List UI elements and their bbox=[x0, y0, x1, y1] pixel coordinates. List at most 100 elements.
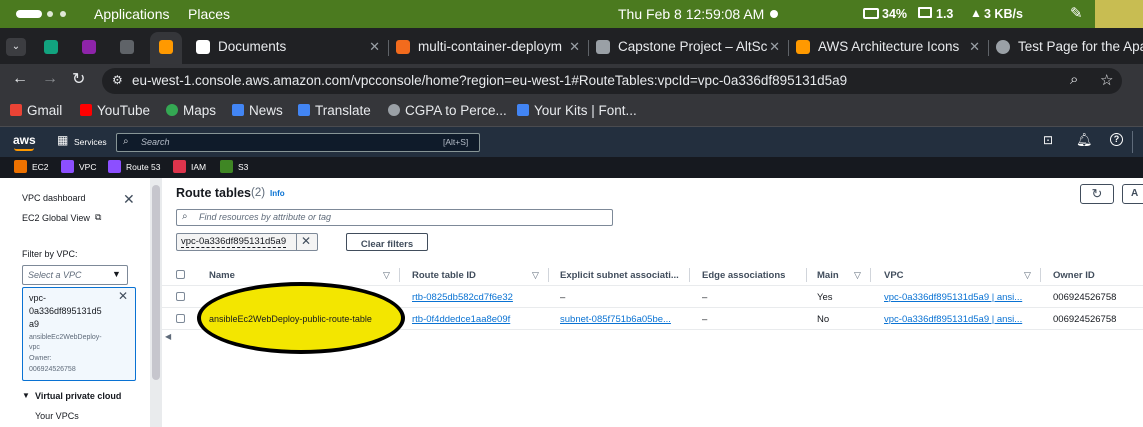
selected-vpc-name: vpc bbox=[29, 344, 40, 351]
search-placeholder: Find resources by attribute or tag bbox=[199, 212, 332, 222]
favorite-iam[interactable]: IAM bbox=[173, 160, 206, 173]
aws-search-field[interactable]: ⌕ Search [Alt+S] bbox=[116, 133, 480, 152]
scroll-left-icon[interactable]: ◀ bbox=[165, 332, 171, 341]
address-bar[interactable]: ⚙ eu-west-1.console.aws.amazon.com/vpcco… bbox=[102, 68, 1122, 94]
power-panel[interactable] bbox=[1095, 0, 1143, 28]
vpc-link[interactable]: vpc-0a336df895131d5a9 | ansi... bbox=[884, 314, 1022, 325]
remove-vpc-icon[interactable]: ✕ bbox=[118, 289, 128, 303]
vpc-icon bbox=[61, 160, 74, 173]
sidebar-scroll-thumb[interactable] bbox=[152, 185, 160, 380]
sort-icon[interactable]: ▽ bbox=[532, 270, 539, 281]
sidebar-item-ec2-global-view[interactable]: EC2 Global View bbox=[22, 213, 90, 223]
url-text[interactable]: eu-west-1.console.aws.amazon.com/vpccons… bbox=[132, 73, 847, 88]
bookmarks-bar: Gmail YouTube Maps News Translate CGPA t… bbox=[0, 97, 1143, 127]
favorite-label: Route 53 bbox=[126, 162, 161, 172]
reload-icon[interactable]: ↻ bbox=[72, 69, 85, 89]
section-virtual-private-cloud[interactable]: Virtual private cloud bbox=[35, 391, 121, 401]
tab-capstone[interactable]: Capstone Project – AltSc ✕ bbox=[590, 34, 786, 62]
tab-mail[interactable] bbox=[76, 34, 106, 62]
tab-page[interactable] bbox=[114, 34, 144, 62]
tab-test-page[interactable]: Test Page for the Apac bbox=[990, 34, 1143, 62]
close-icon[interactable]: ✕ bbox=[969, 39, 980, 55]
column-header-main[interactable]: Main bbox=[817, 270, 839, 281]
info-link[interactable]: Info bbox=[270, 189, 285, 198]
tab-aws-console-active[interactable] bbox=[150, 32, 182, 64]
pen-icon[interactable]: ✎ bbox=[1070, 4, 1083, 22]
close-icon[interactable]: ✕ bbox=[569, 39, 580, 55]
route-table-id-link[interactable]: rtb-0f4ddedce1aa8e09f bbox=[412, 314, 510, 325]
sort-icon[interactable]: ▽ bbox=[383, 270, 390, 281]
workspace-dot-icon[interactable] bbox=[60, 11, 66, 17]
back-icon[interactable]: ← bbox=[12, 70, 28, 88]
flag-icon bbox=[517, 104, 529, 116]
vpc-link[interactable]: vpc-0a336df895131d5a9 | ansi... bbox=[884, 292, 1022, 303]
column-header-explicit-subnet[interactable]: Explicit subnet associati... bbox=[560, 270, 679, 281]
route-table-id-link[interactable]: rtb-0825db582cd7f6e32 bbox=[412, 292, 513, 303]
bookmark-youtube[interactable]: YouTube bbox=[80, 103, 150, 118]
close-icon[interactable]: ✕ bbox=[769, 39, 780, 55]
zoom-icon[interactable]: ⌕ bbox=[1070, 71, 1078, 88]
column-header-vpc[interactable]: VPC bbox=[884, 270, 904, 281]
workspace-dot-icon[interactable] bbox=[47, 11, 53, 17]
search-placeholder: Search bbox=[141, 137, 170, 147]
tab-chatgpt[interactable] bbox=[38, 34, 68, 62]
filter-token[interactable]: vpc-0a336df895131d5a9 ✕ bbox=[176, 233, 318, 251]
resource-search-input[interactable]: ⌕ Find resources by attribute or tag bbox=[176, 209, 613, 226]
help-icon[interactable]: ? bbox=[1110, 133, 1123, 146]
battery-percent: 34% bbox=[882, 7, 908, 21]
row-checkbox[interactable] bbox=[176, 314, 185, 323]
sidebar-item-your-vpcs[interactable]: Your VPCs bbox=[35, 411, 79, 421]
tab-search-button[interactable]: ⌄ bbox=[6, 38, 26, 56]
tab-multi-container[interactable]: multi-container-deploym ✕ bbox=[390, 34, 586, 62]
places-menu[interactable]: Places bbox=[188, 6, 230, 22]
clear-filters-button[interactable]: Clear filters bbox=[346, 233, 428, 251]
services-menu[interactable]: Services bbox=[74, 137, 107, 147]
bookmark-fontawesome[interactable]: Your Kits | Font... bbox=[517, 103, 637, 118]
site-info-icon[interactable]: ⚙ bbox=[112, 73, 123, 87]
row-checkbox[interactable] bbox=[176, 292, 185, 301]
aws-logo[interactable]: aws bbox=[13, 133, 36, 147]
favorite-vpc[interactable]: VPC bbox=[61, 160, 96, 173]
sidebar-item-vpc-dashboard[interactable]: VPC dashboard bbox=[22, 193, 86, 203]
column-header-owner-id[interactable]: Owner ID bbox=[1053, 270, 1095, 281]
close-sidebar-icon[interactable]: ✕ bbox=[123, 191, 135, 208]
notifications-bell-icon[interactable]: 🔔︎ bbox=[1076, 132, 1093, 148]
remove-filter-icon[interactable]: ✕ bbox=[301, 234, 311, 248]
bookmark-cgpa[interactable]: CGPA to Perce... bbox=[388, 103, 507, 118]
forward-icon[interactable]: → bbox=[42, 70, 58, 88]
favorite-route53[interactable]: Route 53 bbox=[108, 160, 161, 173]
column-header-route-table-id[interactable]: Route table ID bbox=[412, 270, 476, 281]
selected-vpc-card[interactable]: vpc- 0a336df895131d5 a9 ansibleEc2WebDep… bbox=[22, 287, 136, 381]
sort-icon[interactable]: ▽ bbox=[854, 270, 861, 281]
column-header-name[interactable]: Name bbox=[209, 270, 235, 281]
cloudshell-icon[interactable]: ⊡ bbox=[1043, 133, 1053, 147]
caret-down-icon[interactable]: ▼ bbox=[22, 391, 30, 400]
favorite-ec2[interactable]: EC2 bbox=[14, 160, 49, 173]
bookmark-maps[interactable]: Maps bbox=[166, 103, 216, 118]
filter-by-vpc-label: Filter by VPC: bbox=[22, 249, 78, 259]
tab-documents[interactable]: Documents ✕ bbox=[190, 34, 386, 62]
services-grid-icon[interactable]: ▦ bbox=[57, 133, 68, 147]
vpc-select[interactable]: Select a VPC ▼ bbox=[22, 265, 128, 285]
route-table-name[interactable]: ansibleEc2WebDeploy-public-route-table bbox=[209, 314, 372, 324]
bookmark-star-icon[interactable]: ☆ bbox=[1100, 71, 1113, 89]
column-header-edge-associations[interactable]: Edge associations bbox=[702, 270, 785, 281]
activities-indicator[interactable] bbox=[16, 10, 42, 18]
close-icon[interactable]: ✕ bbox=[369, 39, 380, 55]
bookmark-gmail[interactable]: Gmail bbox=[10, 103, 62, 118]
refresh-button[interactable]: ↻ bbox=[1080, 184, 1114, 204]
caret-down-icon: ▼ bbox=[112, 269, 121, 279]
actions-button[interactable]: A bbox=[1122, 184, 1143, 204]
explicit-subnet-link[interactable]: subnet-085f751b6a05be... bbox=[560, 314, 671, 325]
bookmark-translate[interactable]: Translate bbox=[298, 103, 371, 118]
clock[interactable]: Thu Feb 8 12:59:08 AM bbox=[618, 6, 764, 22]
applications-menu[interactable]: Applications bbox=[94, 6, 170, 22]
select-all-checkbox[interactable] bbox=[176, 270, 185, 279]
favorite-s3[interactable]: S3 bbox=[220, 160, 248, 173]
sort-icon[interactable]: ▽ bbox=[1024, 270, 1031, 281]
selected-vpc-line: 0a336df895131d5 bbox=[29, 306, 102, 316]
tab-aws-architecture-icons[interactable]: AWS Architecture Icons ✕ bbox=[790, 34, 986, 62]
bookmark-news[interactable]: News bbox=[232, 103, 283, 118]
tab-label: Test Page for the Apac bbox=[1018, 39, 1143, 54]
bookmark-label: News bbox=[249, 103, 283, 118]
